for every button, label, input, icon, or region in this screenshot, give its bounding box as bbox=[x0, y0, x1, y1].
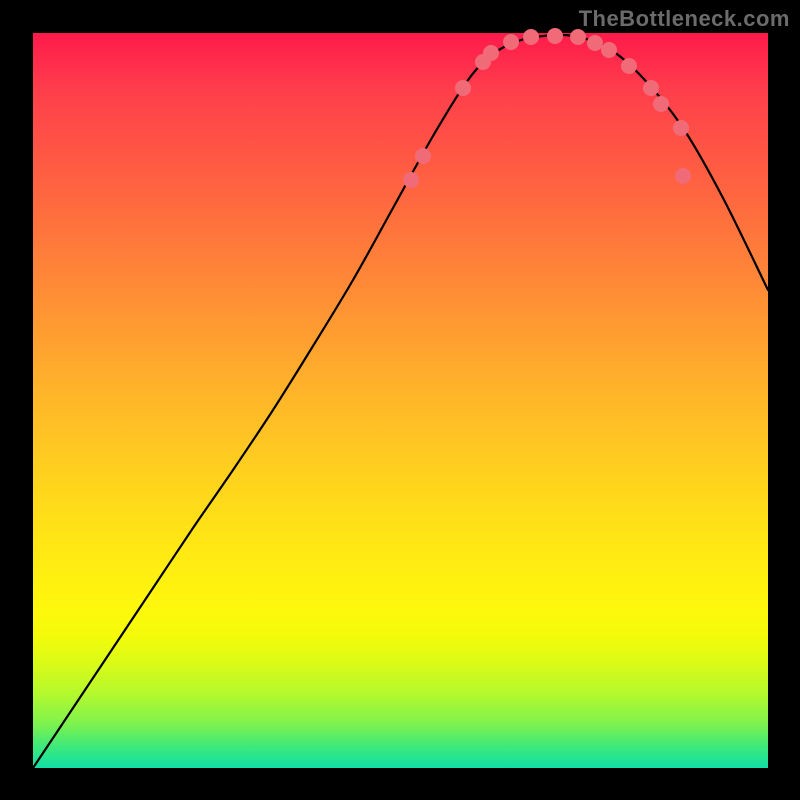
marker-dot bbox=[455, 80, 471, 96]
marker-dot bbox=[621, 58, 637, 74]
chart-frame: TheBottleneck.com bbox=[0, 0, 800, 800]
marker-dot bbox=[415, 148, 431, 164]
marker-dot bbox=[653, 96, 669, 112]
marker-dot bbox=[643, 80, 659, 96]
bottleneck-curve bbox=[33, 35, 768, 768]
marker-dot bbox=[587, 35, 603, 51]
marker-dot bbox=[503, 34, 519, 50]
marker-dot bbox=[403, 172, 419, 188]
marker-dot bbox=[673, 120, 689, 136]
marker-dot bbox=[483, 45, 499, 61]
watermark-text: TheBottleneck.com bbox=[579, 6, 790, 32]
marker-dot bbox=[523, 29, 539, 45]
marker-dot bbox=[675, 168, 691, 184]
curve-layer bbox=[33, 33, 768, 768]
curve-markers bbox=[403, 28, 691, 188]
marker-dot bbox=[547, 28, 563, 44]
marker-dot bbox=[601, 42, 617, 58]
